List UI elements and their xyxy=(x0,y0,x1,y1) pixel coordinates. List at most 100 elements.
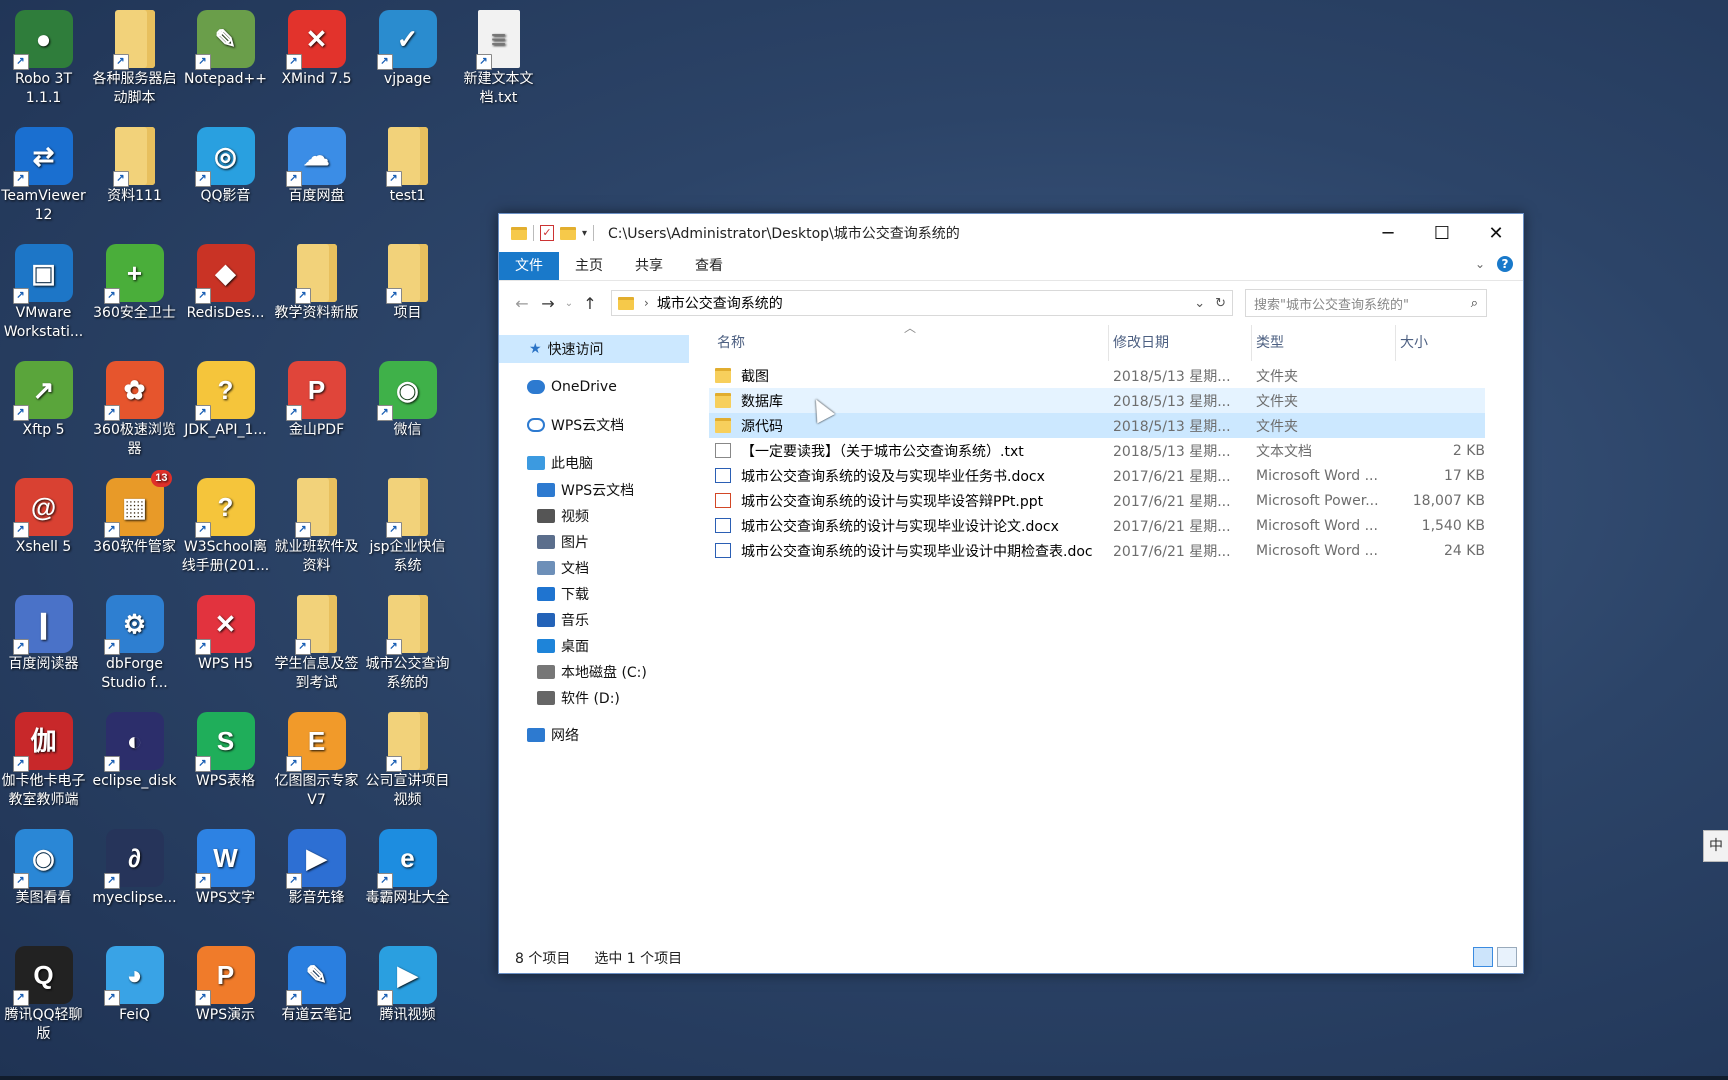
details-view-button[interactable] xyxy=(1473,947,1493,967)
desktop-icon[interactable]: ⚙ ↗ dbForge Studio f... xyxy=(89,589,180,693)
tab-view[interactable]: 查看 xyxy=(679,252,739,280)
desktop-icon[interactable]: ↗ 公司宣讲项目 视频 xyxy=(362,706,453,810)
desktop-icon-label: dbForge Studio f... xyxy=(101,656,168,691)
desktop-icon[interactable]: ⇄ ↗ TeamViewer 12 xyxy=(0,121,89,225)
file-row[interactable]: 城市公交查询系统的设计与实现毕设答辩PPt.ppt 2017/6/21 星期...… xyxy=(709,488,1485,513)
desktop-icon[interactable]: ● ↗ Robo 3T 1.1.1 xyxy=(0,4,89,108)
desktop-icon[interactable]: ◕ ↗ FeiQ xyxy=(89,940,180,1025)
desktop-icon[interactable]: W ↗ WPS文字 xyxy=(180,823,271,908)
cloud-icon xyxy=(527,380,545,394)
nav-wps-cloud[interactable]: WPS云文档 xyxy=(499,411,689,439)
close-button[interactable]: ✕ xyxy=(1469,214,1523,252)
desktop-icon[interactable]: ✿ ↗ 360极速浏览器 xyxy=(89,355,180,459)
desktop-icon[interactable]: e ↗ 毒霸网址大全 xyxy=(362,823,453,908)
desktop-icon[interactable]: ? ↗ W3School离 线手册(201... xyxy=(180,472,271,576)
address-bar[interactable]: › 城市公交查询系统的 ⌄ ↻ xyxy=(611,290,1233,316)
desktop-icon[interactable]: ❙ ↗ 百度阅读器 xyxy=(0,589,89,674)
new-folder-icon[interactable] xyxy=(560,226,576,240)
expand-ribbon-icon[interactable]: ⌄ xyxy=(1475,257,1485,271)
location-icon xyxy=(537,665,555,679)
desktop-icon[interactable]: ↗ 各种服务器启 动脚本 xyxy=(89,4,180,108)
nav-pc-item[interactable]: 下载 xyxy=(499,581,689,607)
nav-pc-item[interactable]: 音乐 xyxy=(499,607,689,633)
chevron-down-icon[interactable]: ⌄ xyxy=(1194,296,1205,311)
column-size[interactable]: 大小 xyxy=(1396,325,1492,361)
desktop-icon[interactable]: ▶ ↗ 腾讯视频 xyxy=(362,940,453,1025)
maximize-button[interactable]: ☐ xyxy=(1415,214,1469,252)
desktop-icon[interactable]: ▶ ↗ 影音先锋 xyxy=(271,823,362,908)
nav-pc-item[interactable]: 图片 xyxy=(499,529,689,555)
forward-icon[interactable]: → xyxy=(535,294,561,313)
desktop-icon[interactable]: + ↗ 360安全卫士 xyxy=(89,238,180,323)
desktop-icon[interactable]: ↗ ↗ Xftp 5 xyxy=(0,355,89,440)
recent-locations-icon[interactable]: ⌄ xyxy=(561,298,577,309)
desktop-icon[interactable]: ↗ 城市公交查询 系统的 xyxy=(362,589,453,693)
desktop-icon[interactable]: ✕ ↗ XMind 7.5 xyxy=(271,4,362,89)
ime-indicator[interactable]: 中 xyxy=(1703,830,1728,862)
column-date[interactable]: 修改日期 xyxy=(1109,325,1252,361)
nav-pc-item[interactable]: 本地磁盘 (C:) xyxy=(499,659,689,685)
large-icons-view-button[interactable] xyxy=(1497,947,1517,967)
search-input[interactable]: 搜索"城市公交查询系统的" ⌕ xyxy=(1245,289,1487,317)
tab-file[interactable]: 文件 xyxy=(499,252,559,280)
nav-pc-item[interactable]: 软件 (D:) xyxy=(499,685,689,711)
desktop-icon[interactable]: ◐ ↗ eclipse_disk xyxy=(89,706,180,791)
desktop-icon[interactable]: P ↗ WPS演示 xyxy=(180,940,271,1025)
desktop-icon[interactable]: ◎ ↗ QQ影音 xyxy=(180,121,271,206)
customize-toolbar-icon[interactable]: ▾ xyxy=(582,228,587,239)
desktop-icon[interactable]: ↗ jsp企业快信 系统 xyxy=(362,472,453,576)
desktop-icon[interactable]: Q ↗ 腾讯QQ轻聊版 xyxy=(0,940,89,1044)
desktop-icon[interactable]: ✎ ↗ Notepad++ xyxy=(180,4,271,89)
up-icon[interactable]: ↑ xyxy=(577,294,603,313)
desktop-icon[interactable]: ✓ ↗ vjpage xyxy=(362,4,453,89)
help-icon[interactable]: ? xyxy=(1497,256,1513,272)
nav-onedrive[interactable]: OneDrive xyxy=(499,373,689,401)
desktop-icon[interactable]: ↗ 就业班软件及 资料 xyxy=(271,472,362,576)
desktop-icon[interactable]: ✎ ↗ 有道云笔记 xyxy=(271,940,362,1025)
title-bar[interactable]: ✓ ▾ C:\Users\Administrator\Desktop\城市公交查… xyxy=(499,214,1523,252)
desktop-icon[interactable]: ≡ ↗ 新建文本文 档.txt xyxy=(453,4,544,108)
desktop-icon[interactable]: ☁ ↗ 百度网盘 xyxy=(271,121,362,206)
desktop-icon[interactable]: ◆ ↗ RedisDes... xyxy=(180,238,271,323)
file-date: 2018/5/13 星期... xyxy=(1113,443,1231,460)
refresh-icon[interactable]: ↻ xyxy=(1215,296,1226,311)
nav-pc-item[interactable]: 视频 xyxy=(499,503,689,529)
desktop-icon[interactable]: ▦ 13 ↗ 360软件管家 xyxy=(89,470,180,557)
desktop-icon[interactable]: ↗ 学生信息及签 到考试 xyxy=(271,589,362,693)
desktop-icon[interactable]: ▣ ↗ VMware Workstati... xyxy=(0,238,89,342)
file-row[interactable]: 截图 2018/5/13 星期... 文件夹 xyxy=(709,363,1485,388)
file-row[interactable]: 【一定要读我】（关于城市公交查询系统）.txt 2018/5/13 星期... 文本… xyxy=(709,438,1485,463)
minimize-button[interactable]: ─ xyxy=(1361,214,1415,252)
nav-pc-item[interactable]: WPS云文档 xyxy=(499,477,689,503)
tab-home[interactable]: 主页 xyxy=(559,252,619,280)
back-icon[interactable]: ← xyxy=(509,294,535,313)
desktop-icon[interactable]: ↗ 教学资料新版 xyxy=(271,238,362,323)
nav-pc-item[interactable]: 文档 xyxy=(499,555,689,581)
file-row[interactable]: 城市公交查询系统的设计与实现毕业设计中期检查表.doc 2017/6/21 星期.… xyxy=(709,538,1485,563)
desktop-icon[interactable]: 伽 ↗ 伽卡他卡电子 教室教师端 xyxy=(0,706,89,810)
properties-icon[interactable]: ✓ xyxy=(540,225,554,241)
file-row[interactable]: 城市公交查询系统的设计与实现毕业设计论文.docx 2017/6/21 星期...… xyxy=(709,513,1485,538)
search-icon[interactable]: ⌕ xyxy=(1471,296,1478,311)
desktop-icon[interactable]: ✕ ↗ WPS H5 xyxy=(180,589,271,674)
desktop-icon[interactable]: ? ↗ JDK_API_1... xyxy=(180,355,271,440)
desktop-icon[interactable]: P ↗ 金山PDF xyxy=(271,355,362,440)
desktop-icon[interactable]: ↗ test1 xyxy=(362,121,453,206)
file-row[interactable]: 城市公交查询系统的设及与实现毕业任务书.docx 2017/6/21 星期... M… xyxy=(709,463,1485,488)
column-type[interactable]: 类型 xyxy=(1252,325,1396,361)
tab-share[interactable]: 共享 xyxy=(619,252,679,280)
desktop-icon[interactable]: ∂ ↗ myeclipse... xyxy=(89,823,180,908)
chevron-right-icon[interactable]: › xyxy=(644,296,649,310)
desktop-icon[interactable]: E ↗ 亿图图示专家 V7 xyxy=(271,706,362,810)
nav-quick-access[interactable]: ★ 快速访问 xyxy=(499,335,689,363)
desktop-icon[interactable]: ◉ ↗ 美图看看 xyxy=(0,823,89,908)
breadcrumb[interactable]: 城市公交查询系统的 xyxy=(657,293,783,313)
desktop-icon[interactable]: S ↗ WPS表格 xyxy=(180,706,271,791)
nav-pc-item[interactable]: 桌面 xyxy=(499,633,689,659)
nav-network[interactable]: 网络 xyxy=(499,721,689,749)
desktop-icon[interactable]: @ ↗ Xshell 5 xyxy=(0,472,89,557)
desktop-icon[interactable]: ↗ 项目 xyxy=(362,238,453,323)
desktop-icon[interactable]: ◉ ↗ 微信 xyxy=(362,355,453,440)
nav-this-pc[interactable]: 此电脑 xyxy=(499,449,689,477)
desktop-icon[interactable]: ↗ 资料111 xyxy=(89,121,180,206)
